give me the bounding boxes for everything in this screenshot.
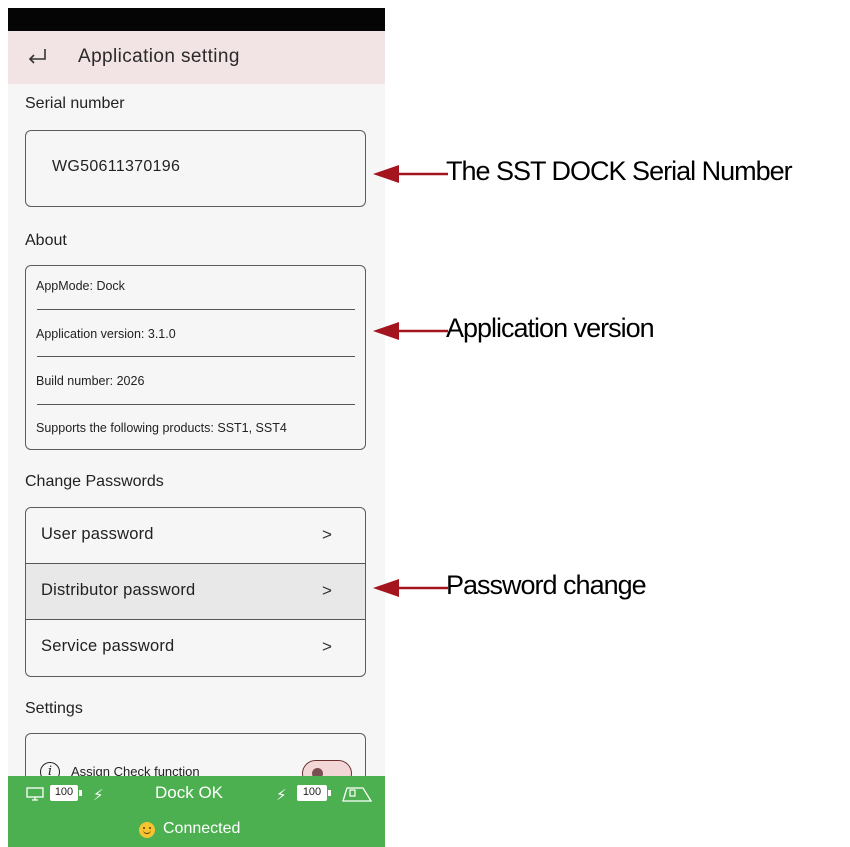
distributor-password-row[interactable]: Distributor password > <box>26 564 365 619</box>
serial-section-label: Serial number <box>25 95 125 112</box>
about-row-version: Application version: 3.1.0 <box>36 327 176 341</box>
back-arrow-icon[interactable] <box>26 47 48 67</box>
chevron-right-icon: > <box>322 581 332 600</box>
annotation-application-version: Application version <box>446 313 655 343</box>
serial-card: WG50611370196 <box>25 130 366 207</box>
annotation-arrow <box>373 322 448 340</box>
monitor-icon <box>26 787 44 801</box>
passwords-card: User password > Distributor password > S… <box>25 507 366 677</box>
about-section-label: About <box>25 232 67 249</box>
dock-status-text: Dock OK <box>155 783 224 802</box>
battery-icon: 100 <box>50 785 82 801</box>
connection-status-text: Connected <box>163 820 241 837</box>
battery-icon: 100 <box>297 785 331 801</box>
status-bar <box>8 8 385 31</box>
about-row-appmode: AppMode: Dock <box>36 279 125 293</box>
chevron-right-icon: > <box>322 637 332 656</box>
service-password-row[interactable]: Service password > <box>26 620 365 675</box>
dock-status-footer: 100 ⚡ Dock OK ⚡ 100 Connected <box>8 776 385 847</box>
about-card: AppMode: Dock Application version: 3.1.0… <box>25 265 366 450</box>
user-password-label: User password <box>41 525 154 543</box>
distributor-password-label: Distributor password <box>41 581 196 599</box>
about-row-build: Build number: 2026 <box>36 374 145 388</box>
about-row-products: Supports the following products: SST1, S… <box>36 421 287 435</box>
bolt-icon: ⚡ <box>93 787 104 804</box>
smiley-icon <box>139 822 155 838</box>
annotation-arrow <box>373 579 448 597</box>
chevron-right-icon: > <box>322 525 332 544</box>
service-password-label: Service password <box>41 637 175 655</box>
annotation-serial-number: The SST DOCK Serial Number <box>446 156 793 186</box>
user-password-row[interactable]: User password > <box>26 508 365 563</box>
passwords-section-label: Change Passwords <box>25 473 164 490</box>
annotation-arrow <box>373 165 448 183</box>
divider <box>37 404 355 405</box>
page-title: Application setting <box>78 46 240 67</box>
dock-icon <box>342 787 373 802</box>
serial-number-value: WG50611370196 <box>52 158 181 175</box>
app-bar: Application setting <box>8 31 385 84</box>
divider <box>37 309 355 310</box>
settings-section-label: Settings <box>25 700 83 717</box>
phone-screen: Application setting Serial number WG5061… <box>8 8 385 847</box>
annotation-password-change: Password change <box>446 570 647 600</box>
bolt-icon: ⚡ <box>276 787 287 804</box>
divider <box>37 356 355 357</box>
